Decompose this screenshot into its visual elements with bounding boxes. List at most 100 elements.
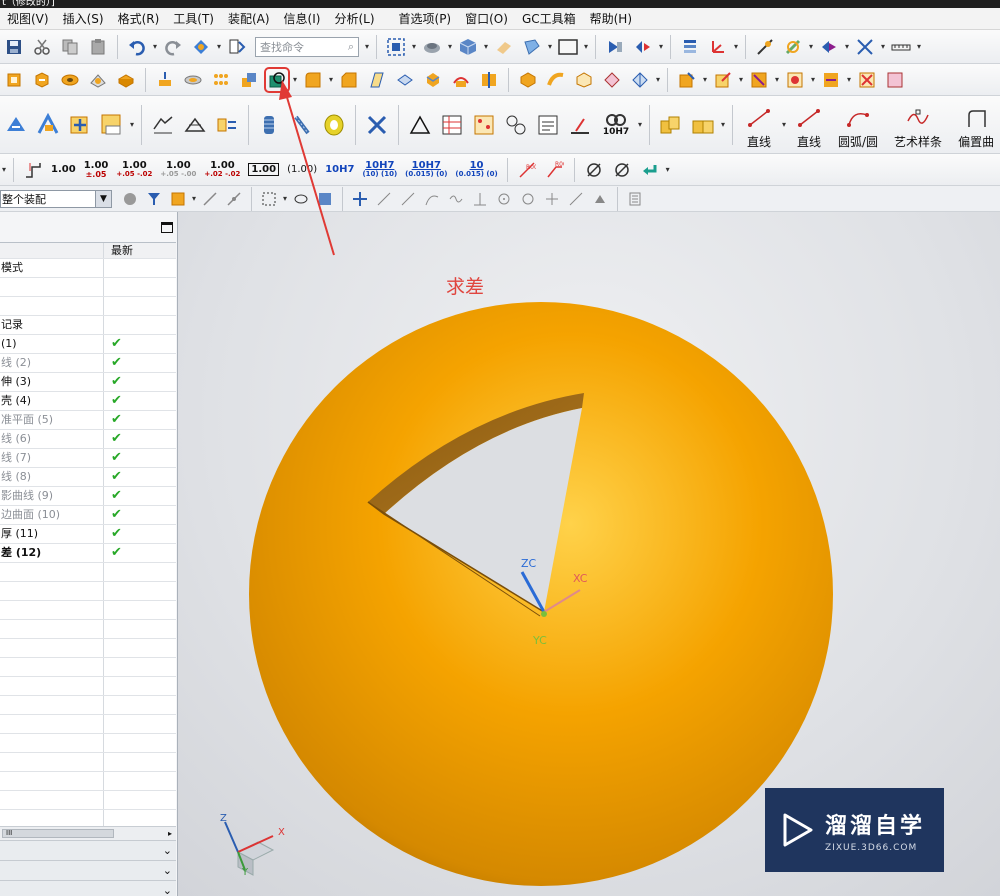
line-dropdown-icon[interactable]: ▾ (780, 114, 788, 136)
table-note-icon[interactable] (439, 112, 465, 138)
existing-point-icon[interactable] (543, 190, 561, 208)
scroll-right-icon[interactable]: ▸ (168, 829, 172, 838)
tree-row[interactable]: 线 (7) ✔ (0, 449, 176, 468)
tolerance-fit[interactable]: 10H7 (325, 165, 354, 175)
line-button[interactable]: 直线 (746, 100, 772, 150)
pattern-icon[interactable] (210, 69, 232, 91)
sync-dropdown-icon[interactable]: ▾ (701, 69, 709, 91)
tree-row[interactable] (0, 639, 176, 658)
tolerance-unilateral-2[interactable]: 1.00 +.05 -.00 (160, 160, 196, 179)
diameter-2-icon[interactable] (611, 159, 633, 181)
tree-row[interactable]: 边曲面 (10) ✔ (0, 506, 176, 525)
scrollbar-thumb[interactable]: III (2, 829, 114, 838)
diameter-icon[interactable] (583, 159, 605, 181)
redo-icon[interactable] (162, 36, 184, 58)
studio-spline-button[interactable]: 艺术样条 (894, 100, 942, 150)
text-icon[interactable] (535, 112, 561, 138)
fit-symbol-icon[interactable]: 10H7 (599, 105, 633, 145)
select-feature-icon[interactable] (169, 190, 187, 208)
select-dropdown-icon[interactable]: ▾ (190, 188, 198, 210)
pull-dropdown-icon[interactable]: ▾ (737, 69, 745, 91)
edge-blend-icon[interactable] (302, 69, 324, 91)
assembly-filter-select[interactable]: 整个装配 ▼ (0, 189, 112, 208)
background-dropdown-icon[interactable]: ▾ (582, 36, 590, 58)
offset-face-icon[interactable] (517, 69, 539, 91)
graphics-viewport[interactable]: 求差 ZC XC YC Z X Y 溜溜自学 ZIXUE.3D66.COM (178, 212, 1000, 896)
clip-view-icon[interactable] (521, 36, 543, 58)
wcs-dropdown-icon[interactable]: ▾ (732, 36, 740, 58)
mirror-dropdown-icon[interactable]: ▾ (654, 69, 662, 91)
menu-help[interactable]: 帮助(H) (583, 10, 639, 27)
tree-row[interactable] (0, 297, 176, 316)
tree-row[interactable] (0, 753, 176, 772)
mate-icon[interactable] (150, 112, 176, 138)
render-style-icon[interactable] (457, 36, 479, 58)
snap-mid-icon[interactable] (225, 190, 243, 208)
tree-row[interactable] (0, 696, 176, 715)
exploded-view-icon[interactable] (214, 112, 240, 138)
clip-dropdown-icon[interactable]: ▾ (546, 36, 554, 58)
menu-tools[interactable]: 工具(T) (166, 10, 221, 27)
part-family-alt-icon[interactable] (690, 112, 716, 138)
command-search-input[interactable]: 查找命令 ⌕ (255, 36, 359, 57)
offset-region-dropdown-icon[interactable]: ▾ (845, 69, 853, 91)
part-family-icon[interactable] (658, 112, 684, 138)
intersection-icon[interactable] (447, 190, 465, 208)
cut-icon[interactable] (31, 36, 53, 58)
horizontal-scrollbar[interactable]: III ▸ (0, 826, 176, 840)
orient-dropdown-icon[interactable]: ▾ (446, 36, 454, 58)
tree-row[interactable] (0, 658, 176, 677)
tolerance-reference[interactable]: (1.00) (287, 165, 317, 175)
tree-row[interactable] (0, 677, 176, 696)
snap-point-icon[interactable] (632, 36, 654, 58)
tree-row[interactable]: 线 (2) ✔ (0, 354, 176, 373)
layer-settings-icon[interactable] (679, 36, 701, 58)
draft-icon[interactable] (366, 69, 388, 91)
groove-icon[interactable] (182, 69, 204, 91)
preview-panel[interactable]: ⌄ (0, 880, 176, 896)
fit-dropdown-icon[interactable]: ▾ (410, 36, 418, 58)
split-body-icon[interactable] (478, 69, 500, 91)
fit-dropdown-icon[interactable]: ▾ (636, 114, 644, 136)
bolt-icon[interactable] (289, 112, 315, 138)
quadrant-icon[interactable] (519, 190, 537, 208)
tree-row[interactable]: 线 (6) ✔ (0, 430, 176, 449)
tolerance-bilateral[interactable]: 1.00 ±.05 (84, 160, 109, 179)
family-dropdown-icon[interactable]: ▾ (719, 114, 727, 136)
menu-analysis[interactable]: 分析(L) (327, 10, 381, 27)
menu-gc-toolbox[interactable]: GC工具箱 (515, 10, 583, 27)
offset-region-icon[interactable] (820, 69, 842, 91)
command-finder-icon[interactable] (226, 36, 248, 58)
select-filter-icon[interactable] (604, 36, 626, 58)
mirror-body-icon[interactable] (629, 69, 651, 91)
emboss-icon[interactable] (601, 69, 623, 91)
tree-row[interactable]: 厚 (11) ✔ (0, 525, 176, 544)
resize-dropdown-icon[interactable]: ▾ (809, 69, 817, 91)
point-set-icon[interactable] (471, 112, 497, 138)
constraint-dropdown-icon[interactable]: ▾ (879, 36, 887, 58)
point-on-curve-icon[interactable] (567, 190, 585, 208)
rectangle-dropdown-icon[interactable]: ▾ (281, 188, 289, 210)
tree-row[interactable] (0, 791, 176, 810)
shell-icon[interactable] (394, 69, 416, 91)
line-button-2[interactable]: 直线 (796, 100, 822, 150)
tree-row[interactable]: 差 (12) ✔ (0, 544, 176, 563)
combine-icon[interactable] (238, 69, 260, 91)
menu-preferences[interactable]: 首选项(P) (392, 10, 459, 27)
tree-row[interactable]: 壳 (4) ✔ (0, 392, 176, 411)
chevron-down-icon[interactable]: ⌄ (163, 844, 172, 857)
dimension-style-icon[interactable] (22, 159, 44, 181)
tree-row[interactable] (0, 620, 176, 639)
assembly-constraint-icon[interactable] (3, 112, 29, 138)
arc-circle-button[interactable]: 圆弧/圆 (838, 100, 878, 150)
model-history-tree[interactable]: 最新 模式 记录 (1) ✔ 线 (2) ✔ 伸 (3) ✔ 壳 (4) ✔ 准平面 (5) ✔ 线 (… (0, 242, 176, 826)
menu-window[interactable]: 窗口(O) (458, 10, 515, 27)
perpendicular-icon[interactable] (471, 190, 489, 208)
tree-row[interactable] (0, 278, 176, 297)
synchronous-move-icon[interactable] (676, 69, 698, 91)
trim-body-icon[interactable] (450, 69, 472, 91)
resize-face-icon[interactable] (784, 69, 806, 91)
menu-assembly[interactable]: 装配(A) (221, 10, 277, 27)
tree-row[interactable] (0, 563, 176, 582)
component-dropdown-icon[interactable]: ▾ (128, 114, 136, 136)
